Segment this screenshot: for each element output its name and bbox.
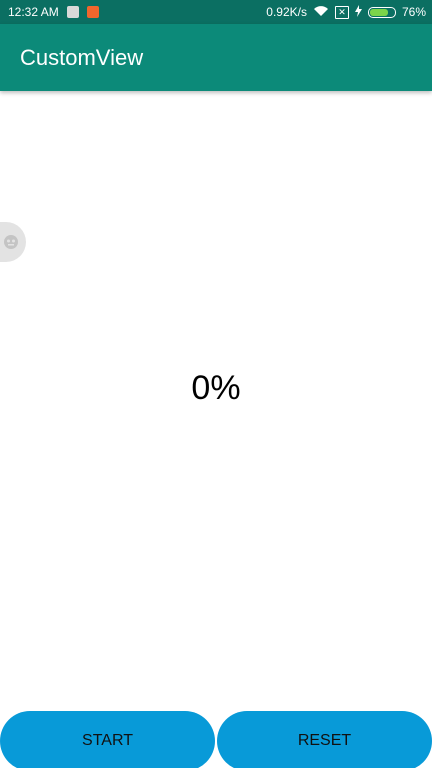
network-speed: 0.92K/s (266, 5, 307, 19)
toolbar-title: CustomView (20, 45, 144, 70)
status-time: 12:32 AM (8, 5, 59, 19)
progress-percent: 0% (191, 369, 241, 407)
bottom-button-bar: START RESET (0, 711, 432, 768)
no-sim-icon: ✕ (334, 5, 349, 19)
status-left: 12:32 AM (8, 0, 99, 24)
status-bar: 12:32 AM 0.92K/s ✕ 76% (0, 0, 432, 24)
status-right: 0.92K/s ✕ 76% (266, 0, 426, 24)
notification-app-icon (66, 6, 79, 18)
reset-button[interactable]: RESET (217, 711, 432, 768)
app-screen: 12:32 AM 0.92K/s ✕ 76% CustomView 0% STA… (0, 0, 432, 768)
wifi-icon (313, 5, 329, 20)
battery-fill (369, 8, 388, 16)
floating-assistant-button[interactable] (0, 222, 26, 262)
battery-percent: 76% (401, 5, 426, 19)
app-toolbar: CustomView (0, 24, 432, 91)
start-button[interactable]: START (0, 711, 215, 768)
battery-icon (367, 6, 396, 18)
notification-record-icon (86, 6, 99, 18)
bug-icon (4, 235, 18, 249)
charging-icon (354, 4, 362, 20)
